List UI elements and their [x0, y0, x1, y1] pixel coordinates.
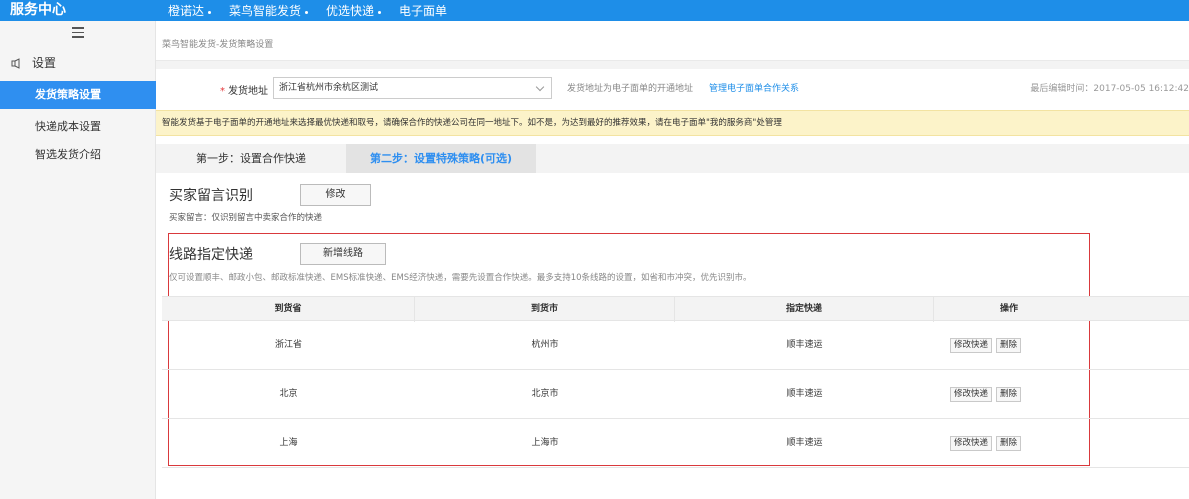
cell-express: 顺丰速运 [786, 340, 823, 350]
nav-item-dianzimiandan[interactable]: 电子面单 [397, 0, 449, 21]
sidebar-heading-label: 设置 [32, 56, 57, 70]
dot-icon [305, 11, 309, 14]
cell-province: 浙江省 [274, 340, 302, 350]
route-table: 到货省 到货市 指定快递 操作 浙江省 杭州市 顺丰速运 修改快递 删除 北京 … [162, 296, 1189, 468]
add-route-button[interactable]: 新增线路 [300, 243, 386, 265]
buyer-note-title: 买家留言识别 [169, 188, 253, 204]
nav-label: 优选快递 [326, 4, 375, 18]
delete-button[interactable]: 删除 [996, 338, 1022, 353]
cell-actions: 修改快递 删除 [934, 419, 1189, 468]
tab-step-one[interactable]: 第一步：设置合作快递 [156, 144, 346, 173]
required-mark: * [220, 86, 225, 97]
cell-actions: 修改快递 删除 [934, 321, 1189, 370]
header-province: 到货省 [162, 297, 415, 322]
address-label: * 发货地址 [220, 82, 268, 97]
buyer-note-hint: 买家留言：仅识别留言中卖家合作的快递 [169, 213, 323, 223]
table-row: 浙江省 杭州市 顺丰速运 修改快递 删除 [162, 321, 1189, 370]
nav-item-cainiao[interactable]: 菜鸟智能发货 [227, 0, 310, 21]
cell-city: 上海市 [531, 438, 559, 448]
main-content: 菜鸟智能发货-发货策略设置 * 发货地址 浙江省杭州市余杭区测试 发货地址为电子面… [156, 21, 1189, 499]
divider [156, 61, 1189, 69]
last-edit-time: 最后编辑时间：2017-05-05 16:12:42 [1030, 84, 1189, 94]
dot-icon [208, 11, 212, 14]
table-header: 到货省 到货市 指定快递 操作 [162, 296, 1189, 322]
nav-label: 橙诺达 [168, 4, 205, 18]
sidebar-item-intro[interactable]: 智选发货介绍 [0, 141, 156, 169]
address-row: * 发货地址 浙江省杭州市余杭区测试 发货地址为电子面单的开通地址 管理电子面单合… [156, 69, 1189, 105]
address-value: 浙江省杭州市余杭区测试 [279, 83, 379, 93]
brand-title: 服务中心 [10, 2, 66, 18]
cell-province: 北京 [279, 389, 298, 399]
cell-city: 杭州市 [531, 340, 559, 350]
header-express: 指定快递 [675, 297, 934, 322]
address-note: 发货地址为电子面单的开通地址 [567, 84, 694, 94]
sidebar-heading: 设置 [10, 54, 56, 71]
cell-express: 顺丰速运 [786, 389, 823, 399]
edit-express-button[interactable]: 修改快递 [950, 436, 993, 451]
delete-button[interactable]: 删除 [996, 436, 1022, 451]
manage-relations-link[interactable]: 管理电子面单合作关系 [709, 81, 799, 94]
address-label-text: 发货地址 [228, 86, 268, 97]
modify-button[interactable]: 修改 [300, 184, 371, 206]
header-city: 到货市 [415, 297, 675, 322]
breadcrumb: 菜鸟智能发货-发货策略设置 [162, 40, 274, 50]
address-select[interactable]: 浙江省杭州市余杭区测试 [273, 77, 552, 99]
header-actions: 操作 [999, 304, 1018, 314]
nav-item-chengnuoda[interactable]: 橙诺达 [166, 0, 213, 21]
breadcrumb-bar: 菜鸟智能发货-发货策略设置 [156, 21, 1189, 61]
cell-actions: 修改快递 删除 [934, 370, 1189, 419]
settings-icon [11, 57, 20, 69]
nav-label: 电子面单 [399, 4, 448, 18]
step-tabs: 第一步：设置合作快递 第二步：设置特殊策略(可选) [156, 144, 1189, 173]
notice-banner: 智能发货基于电子面单的开通地址来选择最优快递和取号，请确保合作的快递公司在同一地… [156, 110, 1189, 136]
table-row: 北京 北京市 顺丰速运 修改快递 删除 [162, 370, 1189, 419]
chevron-down-icon [535, 82, 545, 92]
cell-express: 顺丰速运 [786, 438, 823, 448]
sidebar-item-strategy[interactable]: 发货策略设置 [0, 81, 156, 109]
sidebar: 设置 发货策略设置 快递成本设置 智选发货介绍 [0, 21, 156, 499]
delete-button[interactable]: 删除 [996, 387, 1022, 402]
nav-label: 菜鸟智能发货 [229, 4, 302, 18]
edit-express-button[interactable]: 修改快递 [950, 338, 993, 353]
cell-province: 上海 [279, 438, 298, 448]
route-hint: 仅可设置顺丰、邮政小包、邮政标准快递、EMS标准快递、EMS经济快递，需要先设置… [169, 273, 752, 283]
dot-icon [378, 11, 382, 14]
menu-icon[interactable] [72, 27, 84, 38]
top-bar: 服务中心 橙诺达 菜鸟智能发货 优选快递 电子面单 [0, 0, 1189, 21]
tab-step-two[interactable]: 第二步：设置特殊策略(可选) [346, 144, 536, 173]
table-row: 上海 上海市 顺丰速运 修改快递 删除 [162, 419, 1189, 468]
cell-city: 北京市 [531, 389, 559, 399]
route-title: 线路指定快递 [169, 247, 253, 263]
edit-express-button[interactable]: 修改快递 [950, 387, 993, 402]
nav-item-youxuan[interactable]: 优选快递 [324, 0, 383, 21]
sidebar-item-cost[interactable]: 快递成本设置 [0, 113, 156, 141]
top-nav: 橙诺达 菜鸟智能发货 优选快递 电子面单 [166, 0, 463, 21]
